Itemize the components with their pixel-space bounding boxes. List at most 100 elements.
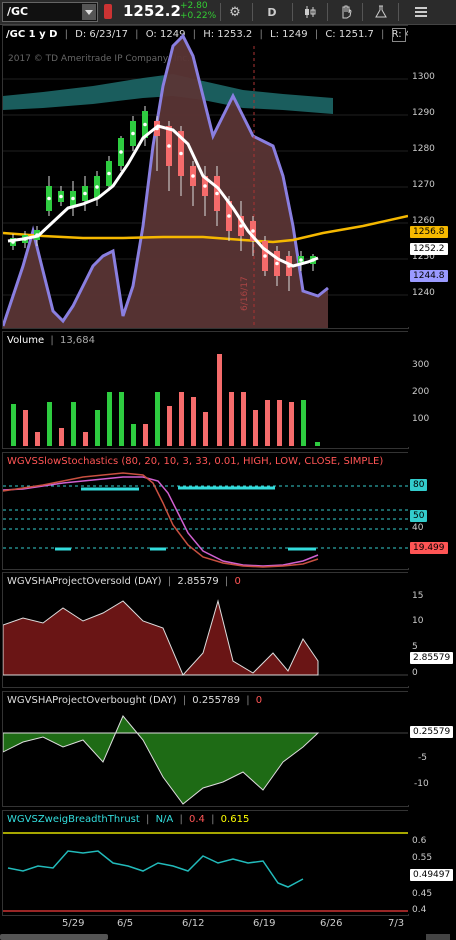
stoch-tick-50: 50 <box>410 510 428 522</box>
candle-dot <box>251 229 255 233</box>
overbought-pane[interactable]: WGVSHAProjectOverbought (DAY) | 0.255789… <box>2 691 409 807</box>
gear-icon[interactable]: ⚙ <box>222 2 248 22</box>
oversold-tick: 10 <box>412 616 424 626</box>
zweig-pane[interactable]: WGVSZweigBreadthThrust | N/A | 0.4 | 0.6… <box>2 810 409 916</box>
symbol-input[interactable]: /GC <box>2 2 98 22</box>
overbought-tick: -10 <box>414 779 429 789</box>
volume-bar <box>35 432 40 446</box>
oversold-value-tag: 2.85579 <box>410 652 454 664</box>
stochastics-chart-svg <box>3 472 408 568</box>
overbought-value-tag: 0.25579 <box>410 726 454 738</box>
candle-dot <box>299 258 303 262</box>
change-pct: +0.22% <box>180 11 217 21</box>
candle-dot <box>95 185 99 189</box>
candle-style-icon[interactable] <box>297 2 323 22</box>
volume-pane[interactable]: Volume | 13,684 <box>2 331 409 449</box>
price-chart-svg: 6/16/17 <box>3 33 408 328</box>
stoch-value-tag: 19.499 <box>410 542 448 554</box>
volume-bar <box>47 402 52 446</box>
volume-bar <box>23 410 28 446</box>
oversold-axis: 15 10 5 0 2.85579 <box>408 572 456 686</box>
x-tick: 5/29 <box>62 918 85 929</box>
stochastics-pane[interactable]: WGVSSlowStochastics (80, 20, 10, 3, 33, … <box>2 452 409 570</box>
oversold-tick: 0 <box>412 668 418 678</box>
volume-bar <box>155 392 160 446</box>
stoch-tick-80: 80 <box>410 479 428 491</box>
volume-bar <box>289 402 294 446</box>
alert-badge[interactable] <box>104 4 112 19</box>
symbol-dropdown-button[interactable] <box>82 4 96 20</box>
volume-tick: 200 <box>412 387 430 397</box>
candle-dot <box>143 122 147 127</box>
zoom-control[interactable] <box>426 934 450 940</box>
toolbar-divider <box>398 3 399 21</box>
price-tag-projection: 1244.8 <box>410 270 448 282</box>
candle-dot <box>179 151 183 156</box>
volume-bar <box>71 402 76 446</box>
volume-tick: 300 <box>412 360 430 370</box>
x-tick: 6/12 <box>182 918 205 929</box>
zweig-chart-svg <box>3 832 408 912</box>
price-pane[interactable]: /GC 1 y D | D: 6/23/17 | O: 1249 | H: 12… <box>2 25 409 329</box>
zweig-tick: 0.45 <box>412 889 433 899</box>
horizontal-scrollbar[interactable] <box>0 934 108 940</box>
candle-dot <box>71 196 75 201</box>
volume-bar <box>107 392 112 446</box>
period-button[interactable]: D <box>259 2 285 22</box>
zweig-tick: 0.6 <box>412 836 427 846</box>
candle-dot <box>59 194 63 199</box>
zweig-value-tag: 0.49497 <box>410 869 454 881</box>
oversold-tick: 5 <box>412 642 418 652</box>
volume-bar <box>241 392 246 446</box>
last-price: 1252.2 <box>123 2 181 20</box>
volume-chart-svg <box>11 354 320 446</box>
zweig-tick: 0.55 <box>412 853 433 863</box>
candle-dot <box>203 184 207 188</box>
volume-axis: 300 200 100 <box>408 331 456 447</box>
price-tick: 1260 <box>412 216 435 226</box>
volume-bar <box>253 410 258 446</box>
symbol-text: /GC <box>7 5 29 18</box>
volume-bar <box>191 397 196 446</box>
candle-dot <box>191 174 195 178</box>
overbought-chart-svg <box>3 715 408 805</box>
candle-dot <box>263 254 267 258</box>
volume-tick: 100 <box>412 414 430 424</box>
change-abs: +2.80 <box>180 1 208 11</box>
zweig-tick: 0.4 <box>412 905 427 915</box>
candle-dot <box>107 171 111 176</box>
drawing-hand-icon[interactable] <box>333 2 359 22</box>
zweig-axis: 0.6 0.55 0.49497 0.45 0.4 <box>408 810 456 915</box>
volume-bar <box>119 392 124 446</box>
price-tick: 1270 <box>412 180 435 190</box>
volume-bar <box>217 354 222 446</box>
price-tick: 1300 <box>412 72 435 82</box>
stochastics-axis: 80 50 40 19.499 <box>408 452 456 568</box>
volume-bar <box>229 392 234 446</box>
volume-bar <box>143 424 148 446</box>
date-marker-label: 6/16/17 <box>240 276 250 311</box>
oversold-pane[interactable]: WGVSHAProjectOversold (DAY) | 2.85579 | … <box>2 572 409 688</box>
volume-bar <box>131 424 136 446</box>
candle-dot <box>167 144 171 148</box>
price-tag-ma: 1256.8 <box>410 226 448 238</box>
flask-icon[interactable] <box>368 2 394 22</box>
volume-bar <box>179 392 184 446</box>
candle-dot <box>275 261 279 266</box>
oversold-chart-svg <box>3 599 408 676</box>
volume-bar <box>59 428 64 446</box>
candle-dot <box>131 131 135 136</box>
x-tick: 6/19 <box>253 918 276 929</box>
menu-icon[interactable] <box>408 2 434 22</box>
price-change: +2.80 +0.22% <box>180 1 216 21</box>
overbought-axis: 0.25579 -5 -10 <box>408 691 456 805</box>
candle-dot <box>47 196 51 201</box>
volume-bar <box>301 400 306 446</box>
toolbar-divider <box>327 3 328 21</box>
oversold-tick: 15 <box>412 591 424 601</box>
volume-bar <box>83 432 88 446</box>
toolbar-divider <box>220 3 221 21</box>
price-tick: 1290 <box>412 108 435 118</box>
volume-bar <box>11 404 16 446</box>
price-tick: 1280 <box>412 144 435 154</box>
